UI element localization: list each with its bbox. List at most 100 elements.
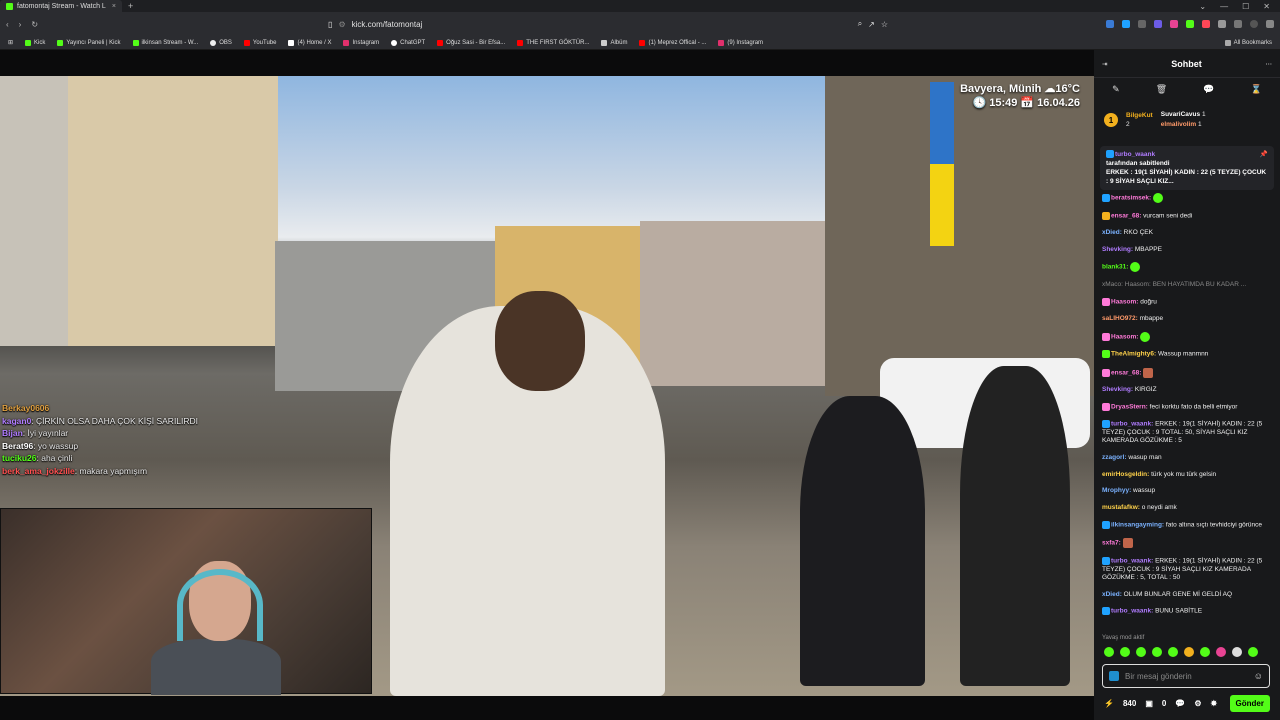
bookmark-item[interactable]: OBS (210, 39, 232, 46)
emote-icon[interactable] (1184, 647, 1194, 657)
chat-username[interactable]: Haasom: (1111, 298, 1138, 305)
tab-close-icon[interactable]: × (112, 3, 116, 10)
chat-username[interactable]: xDied: (1102, 591, 1122, 598)
bookmark-item[interactable]: THE FIRST GÖKTÜR... (517, 39, 589, 46)
gear-icon[interactable]: ⚙ (1194, 699, 1201, 708)
extension-icon[interactable] (1154, 20, 1162, 28)
bookmark-item[interactable]: Albüm (601, 39, 627, 46)
pin-icon[interactable]: 📌 (1260, 150, 1268, 159)
chat-username[interactable]: mustafafkw: (1102, 504, 1140, 511)
chat-username[interactable]: Mrophyy: (1102, 487, 1131, 494)
extension-icon[interactable] (1202, 20, 1210, 28)
pinned-message[interactable]: turbo_waank 📌 tarafından sabitlendi ERKEK… (1100, 146, 1274, 190)
back-icon[interactable]: ‹ (6, 20, 9, 29)
points-count[interactable]: 840 (1123, 699, 1136, 708)
badge-icon (1102, 402, 1110, 411)
star-icon[interactable]: ☆ (881, 20, 888, 29)
sidebar-icon[interactable] (1234, 20, 1242, 28)
emote-icon[interactable] (1232, 647, 1242, 657)
maximize-button[interactable]: ☐ (1242, 2, 1249, 11)
emote-icon[interactable] (1216, 647, 1226, 657)
emote-icon[interactable] (1200, 647, 1210, 657)
trash-icon[interactable]: 🗑 (1156, 84, 1167, 95)
emote-icon[interactable] (1248, 647, 1258, 657)
chat-username[interactable]: Shevking: (1102, 386, 1133, 393)
pin-icon[interactable]: ✎ (1112, 84, 1120, 95)
browser-tab[interactable]: fatomontaj Stream - Watch L × (0, 0, 122, 12)
chevron-down-icon[interactable]: ⌄ (1199, 2, 1206, 11)
reload-icon[interactable]: ↻ (31, 20, 38, 29)
chat-username[interactable]: ilkinsangayming: (1111, 522, 1164, 529)
apps-icon[interactable]: ⊞ (8, 39, 13, 46)
emote-icon[interactable] (1104, 647, 1114, 657)
chat-username[interactable]: sxfa7: (1102, 540, 1121, 547)
zoom-icon[interactable]: ⌕ (858, 19, 862, 29)
extension-icon[interactable] (1122, 20, 1130, 28)
url-text[interactable]: kick.com/fatomontaj (352, 20, 423, 29)
bookmark-icon[interactable]: ▯ (328, 20, 332, 29)
extension-icon[interactable] (1186, 20, 1194, 28)
profile-icon[interactable] (1250, 20, 1258, 28)
chat-bubble-icon[interactable]: 💬 (1203, 84, 1214, 95)
more-options-icon[interactable]: ⋯ (1265, 60, 1272, 68)
emote-icon[interactable] (1168, 647, 1178, 657)
send-button[interactable]: Gönder (1229, 694, 1270, 712)
new-tab-button[interactable]: + (122, 1, 139, 11)
settings-icon[interactable]: ✸ (1210, 699, 1217, 708)
emote-icon[interactable] (1152, 647, 1162, 657)
chat-username[interactable]: TheAlmighty6: (1111, 351, 1156, 358)
leader-name[interactable]: BilgeKut (1126, 111, 1153, 120)
leader-name[interactable]: SuvariCavus (1161, 111, 1200, 118)
site-info-icon[interactable]: ⚙ (338, 20, 345, 29)
bookmark-item[interactable]: YouTube (243, 39, 276, 46)
bookmark-item[interactable]: ChatGPT (391, 39, 425, 46)
extension-icon[interactable] (1170, 20, 1178, 28)
chat-username[interactable]: Shevking: (1102, 246, 1133, 253)
chat-bubble-icon[interactable]: 💬 (1175, 699, 1185, 708)
chat-username[interactable]: blank31: (1102, 264, 1128, 271)
bookmark-item[interactable]: Yayıncı Paneli | Kick (57, 39, 121, 46)
chat-username[interactable]: saLIHO972: (1102, 315, 1138, 322)
chat-message: xDied: RKO ÇEK (1102, 229, 1272, 237)
chat-username[interactable]: xDied: (1102, 229, 1122, 236)
share-icon[interactable]: ↗ (868, 20, 875, 29)
chat-username[interactable]: emirHosgeldin: (1102, 471, 1149, 478)
menu-icon[interactable] (1266, 20, 1274, 28)
chat-username[interactable]: ensar_68: (1111, 212, 1141, 219)
chat-username[interactable]: zzagorl: (1102, 454, 1127, 461)
forward-icon[interactable]: › (19, 20, 22, 29)
leader-name[interactable]: elmalivolim (1161, 121, 1196, 128)
bookmark-item[interactable]: Kick (25, 39, 45, 46)
chat-username[interactable]: xMaco: Haasom: (1102, 281, 1151, 288)
emote-icon[interactable] (1136, 647, 1146, 657)
extension-icon[interactable] (1138, 20, 1146, 28)
chat-username[interactable]: Haasom: (1111, 333, 1138, 340)
bookmark-item[interactable]: (9) Instagram (718, 39, 763, 46)
emote-icon[interactable] (1120, 647, 1130, 657)
chat-username[interactable]: turbo_waank: (1111, 421, 1153, 428)
coins-count[interactable]: 0 (1162, 699, 1166, 708)
all-bookmarks[interactable]: All Bookmarks (1224, 39, 1272, 46)
extension-icon[interactable] (1106, 20, 1114, 28)
collapse-chat-icon[interactable]: ⇥ (1102, 60, 1107, 68)
bookmark-item[interactable]: Instagram (343, 39, 379, 46)
chat-username[interactable]: turbo_waank: (1111, 557, 1153, 564)
chat-username[interactable]: ensar_68: (1111, 369, 1141, 376)
bookmark-item[interactable]: Oğuz Sasi - Bir Efsa... (437, 39, 505, 46)
minimize-button[interactable]: — (1220, 2, 1228, 11)
chat-username[interactable]: turbo_waank: (1111, 608, 1153, 615)
bookmark-item[interactable]: (4) Home / X (288, 39, 331, 46)
close-window-button[interactable]: ✕ (1263, 2, 1270, 11)
bookmark-item[interactable]: ilkinsan Stream - W... (132, 39, 198, 46)
chat-text: mbappe (1137, 314, 1164, 322)
chat-input-placeholder[interactable]: Bir mesaj gönderin (1125, 672, 1192, 681)
chat-input[interactable]: Bir mesaj gönderin ☺ (1102, 664, 1270, 688)
bookmark-item[interactable]: (1) Meprez Offical - ... (639, 39, 706, 46)
pinned-user[interactable]: turbo_waank (1115, 151, 1155, 158)
puzzle-icon[interactable] (1218, 20, 1226, 28)
emoji-icon[interactable]: ☺ (1254, 671, 1263, 681)
address-bar[interactable]: ▯ ⚙ kick.com/fatomontaj ⌕ ↗ ☆ (328, 16, 888, 32)
hourglass-icon[interactable]: ⌛ (1251, 84, 1262, 95)
chat-username[interactable]: beratsimsek: (1111, 195, 1151, 202)
chat-username[interactable]: DryasStern: (1111, 404, 1148, 411)
